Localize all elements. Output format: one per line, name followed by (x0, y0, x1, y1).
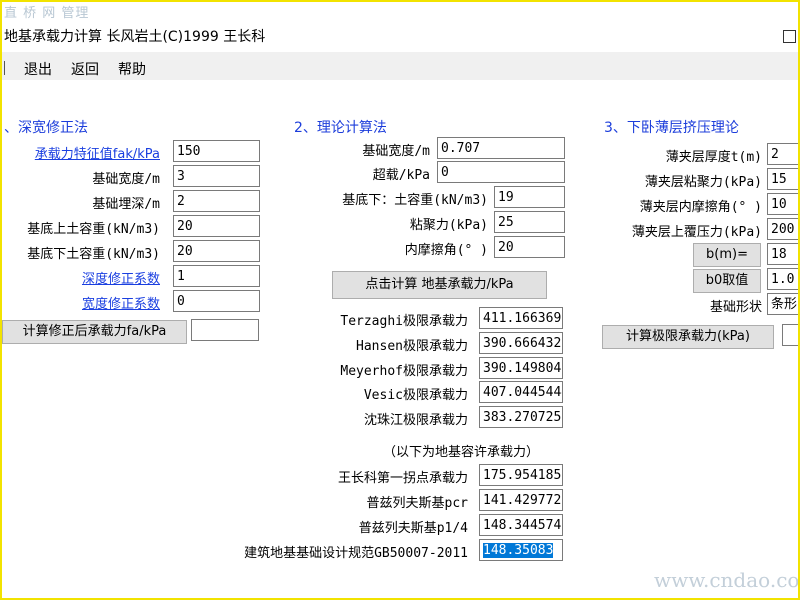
highlight-frame (0, 0, 800, 600)
